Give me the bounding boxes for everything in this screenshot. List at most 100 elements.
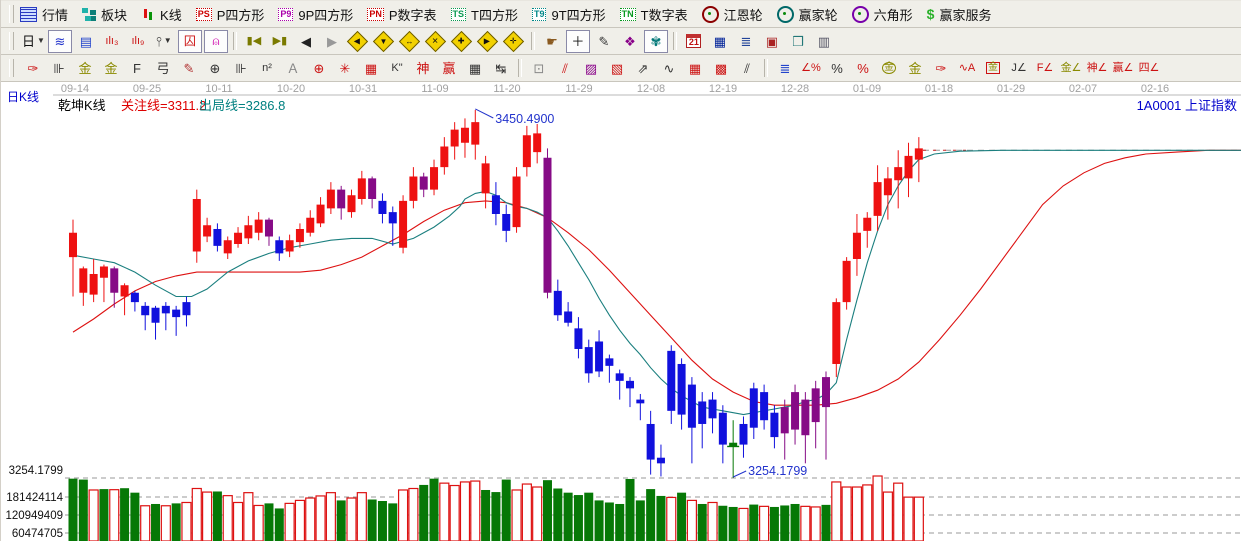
color-histogram-button[interactable]: ⍝ xyxy=(204,30,228,53)
save-button[interactable]: ▣ xyxy=(760,30,784,53)
parallel-lines-tool[interactable]: ⫽ xyxy=(735,57,759,80)
gold-box-tool[interactable]: 金 xyxy=(981,57,1005,80)
gold-angle-tool[interactable]: 金∠ xyxy=(1059,57,1083,80)
red-target-tool[interactable]: ⊕ xyxy=(307,57,331,80)
toolbar-grip[interactable] xyxy=(9,5,14,23)
volume-bar-down xyxy=(275,508,284,541)
goto-first-button[interactable]: ▮◀ xyxy=(242,30,266,53)
gold-gann-tool-2[interactable]: 金 xyxy=(99,57,123,80)
bow-gann-tool[interactable]: 弓 xyxy=(151,57,175,80)
si-angle-tool[interactable]: 四∠ xyxy=(1137,57,1161,80)
red-fan-tool[interactable]: ⫽ xyxy=(553,57,577,80)
hand-tool-button[interactable]: ☛ xyxy=(540,30,564,53)
color-histogram-button-icon: ⍝ xyxy=(212,35,219,47)
menu-item-9[interactable]: TNT数字表 xyxy=(620,5,688,24)
n2-gann-tool[interactable]: n² xyxy=(255,57,279,80)
f-angle-tool[interactable]: F∠ xyxy=(1033,57,1057,80)
printer-button[interactable]: ▥ xyxy=(812,30,836,53)
period-day-dropdown[interactable]: 日▼ xyxy=(21,30,46,53)
rect-tool[interactable]: ⊡ xyxy=(527,57,551,80)
menu-item-12[interactable]: 六角形 xyxy=(852,5,913,24)
shen-angle-tool[interactable]: 神∠ xyxy=(1085,57,1109,80)
period-label[interactable]: 日K线 xyxy=(7,88,39,105)
menu-item-1[interactable]: 行情 xyxy=(20,5,68,24)
menu-item-7[interactable]: TST四方形 xyxy=(451,5,518,24)
kline-chart[interactable]: 09-1409-2510-1110-2010-3111-0911-2011-29… xyxy=(1,82,1241,541)
dropdown-arrow-icon: ▼ xyxy=(164,37,172,45)
ying-angle-tool[interactable]: 赢∠ xyxy=(1111,57,1135,80)
toolbar-grip[interactable] xyxy=(9,32,14,50)
candle-body xyxy=(709,400,717,419)
zoom-shrink-button[interactable]: ✕ xyxy=(424,30,448,53)
ruler-tool[interactable]: ⊪ xyxy=(47,57,71,80)
calculator-button[interactable]: ▦ xyxy=(708,30,732,53)
knot-tool-button[interactable]: ❖ xyxy=(618,30,642,53)
level-steps-tool[interactable]: ≣ xyxy=(773,57,797,80)
percent-line-tool[interactable]: % xyxy=(851,57,875,80)
menu-item-2[interactable]: 板块 xyxy=(82,5,127,24)
price-grid-tool[interactable]: ▦ xyxy=(463,57,487,80)
winner-wheel-icon xyxy=(777,6,794,23)
width-measure-tool[interactable]: ↹ xyxy=(489,57,513,80)
chart-3-button[interactable]: ılı₃ xyxy=(100,30,124,53)
a-measure-tool[interactable]: Ａ xyxy=(281,57,305,80)
menu-item-8[interactable]: T99T四方形 xyxy=(532,5,606,24)
goto-last-button[interactable]: ▶▮ xyxy=(268,30,292,53)
red-brush-tool[interactable]: ✑ xyxy=(21,57,45,80)
gold-line-tool[interactable]: 金 xyxy=(903,57,927,80)
percent-tool[interactable]: % xyxy=(825,57,849,80)
calendar-button[interactable]: 21 xyxy=(682,30,706,53)
protractor-tool[interactable]: ⊕ xyxy=(203,57,227,80)
arrow-fan-tool[interactable]: ⇗ xyxy=(631,57,655,80)
notes-button[interactable]: ≣ xyxy=(734,30,758,53)
ruler-tool-2[interactable]: ⊪ xyxy=(229,57,253,80)
shen-gann-tool[interactable]: 神 xyxy=(411,57,435,80)
wave-a-tool[interactable]: ∿A xyxy=(955,57,979,80)
crosshair-tool-button[interactable]: ＋ xyxy=(566,30,590,53)
menu-item-label: 9T四方形 xyxy=(551,5,605,24)
menu-item-11[interactable]: 赢家轮 xyxy=(777,5,838,24)
gold-circle-tool[interactable]: 金 xyxy=(877,57,901,80)
percent-retrace-tool[interactable]: ∠% xyxy=(799,57,823,80)
f-gann-tool[interactable]: F xyxy=(125,57,149,80)
menu-item-3[interactable]: K线 xyxy=(141,5,182,24)
purple-fan-box-tool[interactable]: ▨ xyxy=(579,57,603,80)
zoom-all-button[interactable]: ✛ xyxy=(502,30,526,53)
step-forward-button[interactable]: ▶ xyxy=(320,30,344,53)
menu-item-6[interactable]: PNP数字表 xyxy=(367,5,436,24)
zoom-down-button[interactable]: ▼ xyxy=(372,30,396,53)
zoom-expand-button[interactable]: ✚ xyxy=(450,30,474,53)
brush-ruler-tool[interactable]: ✎ xyxy=(177,57,201,80)
zigzag-tool[interactable]: ∿ xyxy=(657,57,681,80)
pen-tool-button[interactable]: ✎ xyxy=(592,30,616,53)
zoom-horizontal-button[interactable]: ↔ xyxy=(398,30,422,53)
gold-gann-tool[interactable]: 金 xyxy=(73,57,97,80)
ying-gann-tool[interactable]: 赢 xyxy=(437,57,461,80)
volume-bar-up xyxy=(914,497,923,541)
star-grid-tool[interactable]: ✳ xyxy=(333,57,357,80)
zoom-left-button[interactable]: ◀ xyxy=(346,30,370,53)
toolbar-grip[interactable] xyxy=(9,59,14,77)
chart-9-button[interactable]: ılı₉ xyxy=(126,30,150,53)
overlay-wave-button[interactable]: ≋ xyxy=(48,30,72,53)
candle-style-dropdown[interactable]: ⫯▼ xyxy=(152,30,176,53)
red-grid-tool[interactable]: ▦ xyxy=(683,57,707,80)
zoom-right-button[interactable]: ▶ xyxy=(476,30,500,53)
network-button[interactable]: ❒ xyxy=(786,30,810,53)
pattern-brain-button[interactable]: ✾ xyxy=(644,30,668,53)
red-grid-arrow-tool[interactable]: ▩ xyxy=(709,57,733,80)
qiankun-pattern-button[interactable]: 囚 xyxy=(178,30,202,53)
step-back-button[interactable]: ◀ xyxy=(294,30,318,53)
menu-item-4[interactable]: PSP四方形 xyxy=(196,5,265,24)
red-fan-box-tool[interactable]: ▧ xyxy=(605,57,629,80)
menu-item-10[interactable]: 江恩轮 xyxy=(702,5,763,24)
menu-item-13[interactable]: $赢家服务 xyxy=(927,5,992,24)
protractor-tool-icon: ⊕ xyxy=(210,62,221,75)
k-quote-tool[interactable]: K" xyxy=(385,57,409,80)
square-grid-tool[interactable]: ▦ xyxy=(359,57,383,80)
info-document-button[interactable]: ▤ xyxy=(74,30,98,53)
volume-bar-up xyxy=(234,502,243,541)
menu-item-5[interactable]: P99P四方形 xyxy=(278,5,353,24)
j-angle-tool[interactable]: J∠ xyxy=(1007,57,1031,80)
red-brush-tool-2[interactable]: ✑ xyxy=(929,57,953,80)
